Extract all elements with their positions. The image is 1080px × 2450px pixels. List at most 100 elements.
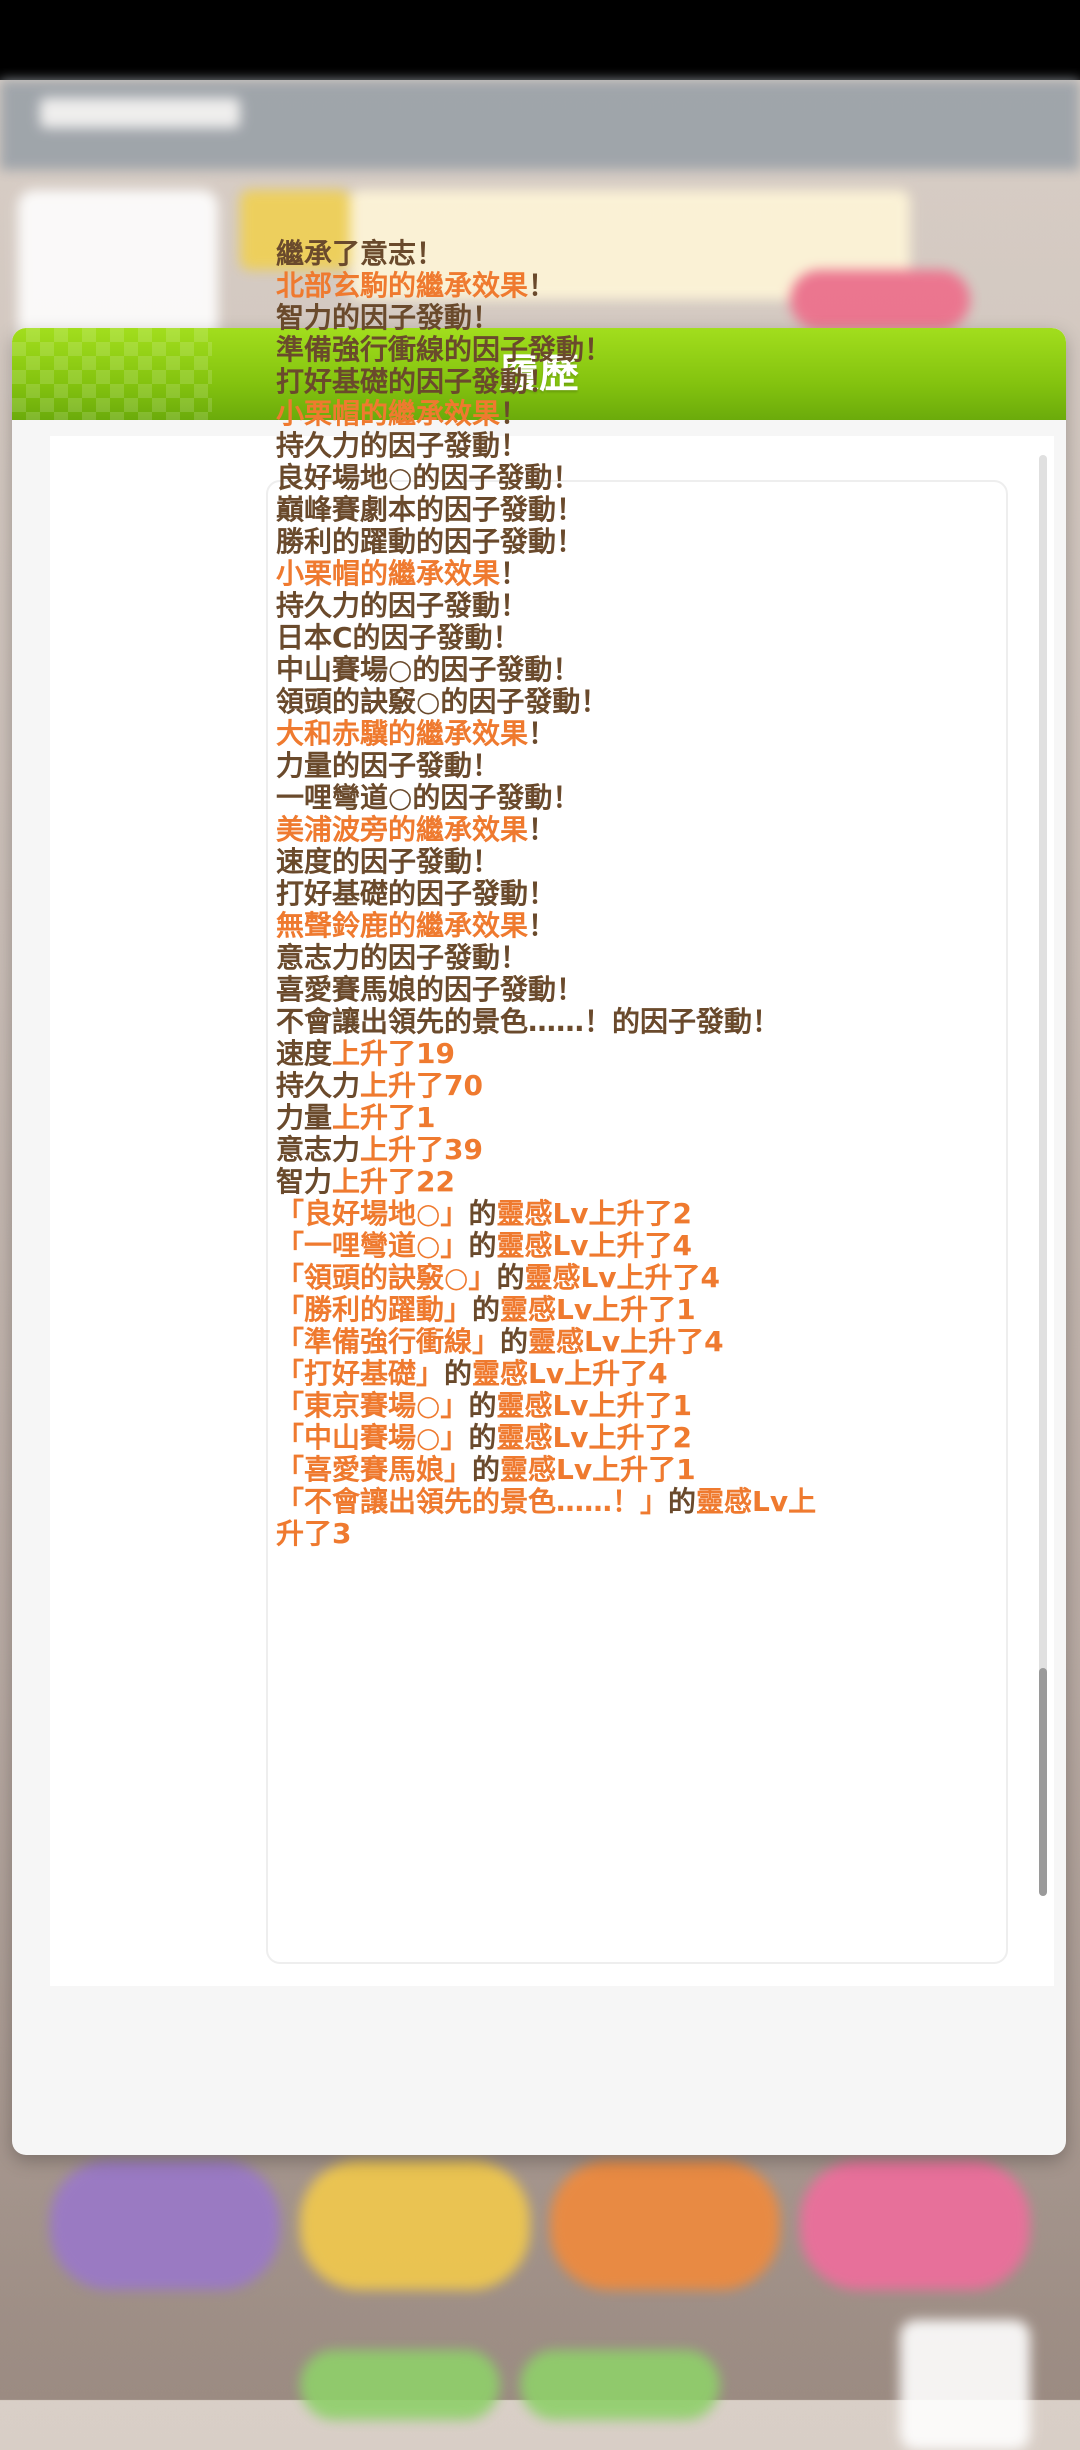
history-segment: 上升了39 (360, 1133, 483, 1166)
history-segment: 「一哩彎道○」 (276, 1229, 469, 1262)
history-segment: 打好基礎的因子發動！ (276, 365, 557, 398)
history-segment: 準備強行衝線的因子發動！ (276, 333, 613, 366)
history-line: 「準備強行衝線」的靈感Lv上升了4 (276, 1326, 916, 1358)
history-segment: 「喜愛賽馬娘」 (276, 1453, 473, 1486)
history-segment: 領頭的訣竅○的因子發動！ (276, 685, 609, 718)
history-line: 「東京賽場○」的靈感Lv上升了1 (276, 1390, 916, 1422)
history-line: 速度的因子發動！ (276, 846, 916, 878)
history-line: 智力的因子發動！ (276, 302, 916, 334)
history-segment: 「準備強行衝線」 (276, 1325, 501, 1358)
history-line: 北部玄駒的繼承效果！ (276, 270, 916, 302)
history-line: 勝利的躍動的因子發動！ (276, 526, 916, 558)
history-segment: 巔峰賽劇本的因子發動！ (276, 493, 585, 526)
bg-button-yellow (300, 2160, 530, 2290)
history-line: 持久力的因子發動！ (276, 590, 916, 622)
history-line: 升了3 (276, 1518, 916, 1550)
history-line: 打好基礎的因子發動！ (276, 366, 916, 398)
history-segment: ！ (528, 909, 557, 942)
history-segment: 上升了19 (332, 1037, 455, 1070)
history-line: 力量的因子發動！ (276, 750, 916, 782)
history-segment: 智力的因子發動！ (276, 301, 501, 334)
history-segment: 靈感Lv上升了2 (496, 1421, 693, 1454)
history-segment: 的 (468, 1389, 497, 1422)
history-line: 「中山賽場○」的靈感Lv上升了2 (276, 1422, 916, 1454)
history-segment: 的 (468, 1421, 497, 1454)
history-segment: 「不會讓出領先的景色……！」 (276, 1485, 669, 1518)
history-segment: ！ (528, 269, 557, 302)
history-segment: 的 (468, 1229, 497, 1262)
history-segment: 的 (472, 1293, 501, 1326)
history-segment: 無聲鈴鹿的繼承效果 (276, 909, 529, 942)
history-line: 美浦波旁的繼承效果！ (276, 814, 916, 846)
history-line: 良好場地○的因子發動！ (276, 462, 916, 494)
history-segment: 靈感Lv上升了1 (500, 1293, 696, 1326)
history-segment: 持久力的因子發動！ (276, 429, 529, 462)
bg-green-pill-2 (520, 2350, 720, 2420)
history-segment: 靈感Lv上升了4 (472, 1357, 668, 1390)
history-segment: 持久力的因子發動！ (276, 589, 529, 622)
history-segment: 勝利的躍動的因子發動！ (276, 525, 585, 558)
history-segment: ！ (528, 717, 557, 750)
history-segment: 意志力的因子發動！ (276, 941, 529, 974)
history-segment: ！ (500, 557, 529, 590)
history-line: 喜愛賽馬娘的因子發動！ (276, 974, 916, 1006)
history-segment: 的 (472, 1453, 501, 1486)
history-segment: 大和赤驥的繼承效果 (276, 717, 529, 750)
history-segment: 北部玄駒的繼承效果 (276, 269, 529, 302)
history-segment: 的 (444, 1357, 473, 1390)
history-segment: 靈感Lv上升了4 (496, 1229, 693, 1262)
history-segment: 繼承了意志！ (276, 237, 445, 270)
history-line: 速度上升了19 (276, 1038, 916, 1070)
history-line: 一哩彎道○的因子發動！ (276, 782, 916, 814)
history-segment: 靈感Lv上升了4 (524, 1261, 721, 1294)
bg-button-orange (550, 2160, 780, 2290)
history-segment: 靈感Lv上升了1 (496, 1389, 693, 1422)
history-line: 繼承了意志！ (276, 238, 916, 270)
history-line: 意志力的因子發動！ (276, 942, 916, 974)
history-segment: 日本C的因子發動！ (276, 621, 521, 654)
scrollbar-thumb[interactable] (1039, 1668, 1047, 1896)
history-segment: 上升了22 (332, 1165, 455, 1198)
history-line: 中山賽場○的因子發動！ (276, 654, 916, 686)
history-segment: 速度的因子發動！ (276, 845, 501, 878)
history-segment: 力量的因子發動！ (276, 749, 501, 782)
bg-day-number (48, 220, 168, 340)
history-segment: 靈感Lv上 (696, 1485, 817, 1518)
history-segment: 打好基礎的因子發動！ (276, 877, 557, 910)
status-bar (0, 0, 1080, 80)
history-line: 「打好基礎」的靈感Lv上升了4 (276, 1358, 916, 1390)
history-segment: 一哩彎道○的因子發動！ (276, 781, 581, 814)
history-segment: 的 (496, 1261, 525, 1294)
history-segment: 上升了70 (360, 1069, 483, 1102)
history-segment: 的 (500, 1325, 529, 1358)
bg-menu-card (900, 2320, 1030, 2450)
history-line: 巔峰賽劇本的因子發動！ (276, 494, 916, 526)
history-line: 小栗帽的繼承效果！ (276, 558, 916, 590)
history-segment: 靈感Lv上升了4 (528, 1325, 724, 1358)
history-segment: 「東京賽場○」 (276, 1389, 469, 1422)
history-line: 「勝利的躍動」的靈感Lv上升了1 (276, 1294, 916, 1326)
history-line: 「不會讓出領先的景色……！」的靈感Lv上 (276, 1486, 916, 1518)
history-segment: 的 (668, 1485, 697, 1518)
history-segment: 「勝利的躍動」 (276, 1293, 473, 1326)
history-line: 打好基礎的因子發動！ (276, 878, 916, 910)
history-segment: 不會讓出領先的景色……！的因子發動！ (276, 1005, 781, 1038)
history-log: 繼承了意志！ 北部玄駒的繼承效果！ 智力的因子發動！ 準備強行衝線的因子發動！ 打好基礎… (276, 238, 916, 1550)
history-segment: ！ (528, 813, 557, 846)
history-line: 無聲鈴鹿的繼承效果！ (276, 910, 916, 942)
history-segment: ！ (500, 397, 529, 430)
history-segment: 持久力 (276, 1069, 361, 1102)
history-segment: 上升了1 (332, 1101, 436, 1134)
history-segment: 小栗帽的繼承效果 (276, 397, 501, 430)
history-line: 「一哩彎道○」的靈感Lv上升了4 (276, 1230, 916, 1262)
history-line: 意志力上升了39 (276, 1134, 916, 1166)
bg-button-purple (50, 2160, 280, 2290)
history-line: 準備強行衝線的因子發動！ (276, 334, 916, 366)
history-line: 小栗帽的繼承效果！ (276, 398, 916, 430)
history-line: 智力上升了22 (276, 1166, 916, 1198)
history-segment: 小栗帽的繼承效果 (276, 557, 501, 590)
history-line: 持久力上升了70 (276, 1070, 916, 1102)
history-segment: 「領頭的訣竅○」 (276, 1261, 497, 1294)
history-line: 日本C的因子發動！ (276, 622, 916, 654)
history-segment: 良好場地○的因子發動！ (276, 461, 581, 494)
